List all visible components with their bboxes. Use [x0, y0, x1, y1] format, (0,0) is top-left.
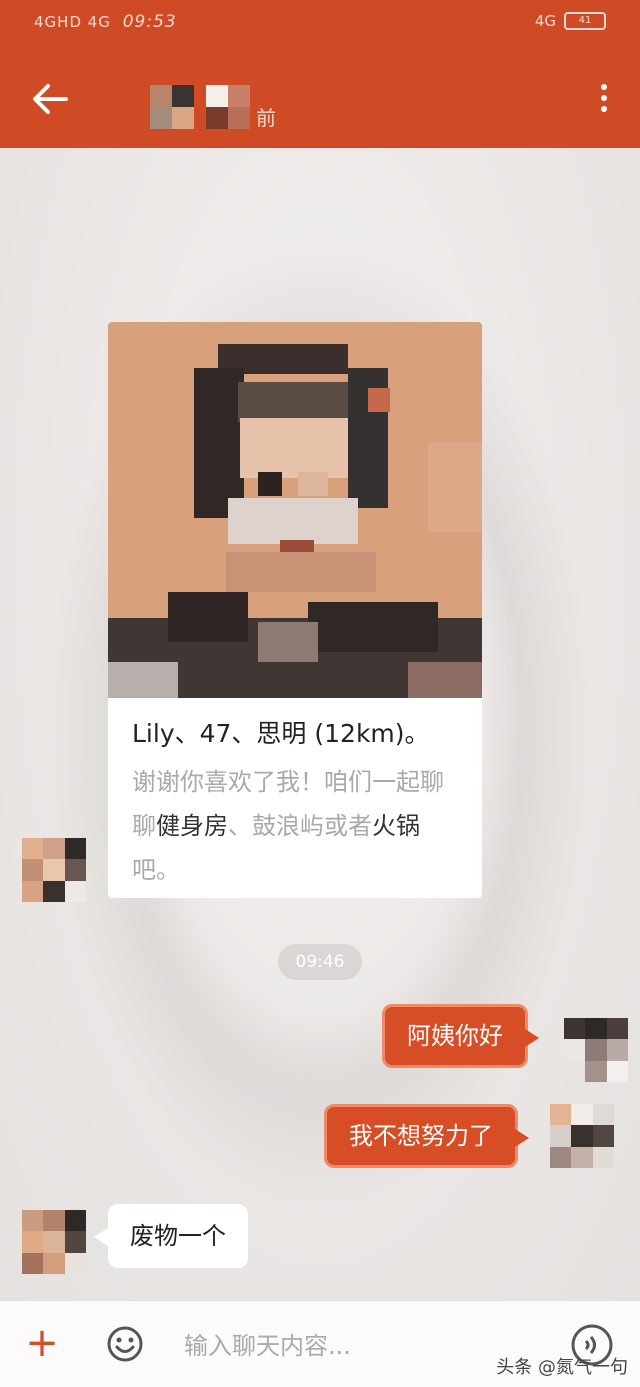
- contact-avatar[interactable]: [22, 1210, 86, 1274]
- contact-avatar[interactable]: [22, 838, 86, 902]
- timestamp-pill: 09:46: [278, 944, 362, 980]
- contact-name-suffix: 前: [256, 105, 276, 130]
- battery-icon: 41: [564, 12, 606, 30]
- network-indicator: 4GHD 4G: [34, 13, 111, 31]
- watermark: 头条 @氮气一句: [496, 1357, 628, 1378]
- profile-photo: [108, 322, 482, 698]
- contact-name-pixelated-2: [206, 85, 250, 129]
- status-time: 09:53: [122, 12, 177, 32]
- profile-card-title: Lily、47、思明 (12km)。: [132, 719, 430, 748]
- top-bar: 4GHD 4G 09:53 4G 41 前: [0, 0, 640, 148]
- chat-title: 前: [150, 84, 276, 130]
- contact-name-pixelated: [150, 85, 194, 129]
- profile-card-description: 谢谢你喜欢了我！咱们一起聊聊健身房、鼓浪屿或者火锅吧。: [132, 768, 444, 884]
- back-arrow-icon[interactable]: [30, 82, 70, 116]
- my-avatar[interactable]: [550, 1104, 614, 1168]
- my-avatar[interactable]: [564, 1018, 628, 1082]
- input-bar: + 头条 @氮气一句: [0, 1300, 640, 1387]
- status-bar: 4GHD 4G 09:53 4G 41: [0, 0, 640, 44]
- emoji-icon[interactable]: [106, 1325, 144, 1363]
- message-bubble-out[interactable]: 我不想努力了: [324, 1104, 529, 1168]
- right-network-indicator: 4G: [534, 12, 556, 30]
- message-bubble-in[interactable]: 废物一个: [94, 1204, 248, 1268]
- message-bubble-out[interactable]: 阿姨你好: [382, 1004, 539, 1068]
- more-options-icon[interactable]: [598, 84, 610, 118]
- profile-card[interactable]: Lily、47、思明 (12km)。 谢谢你喜欢了我！咱们一起聊聊健身房、鼓浪屿…: [108, 322, 482, 898]
- plus-icon[interactable]: +: [24, 1323, 60, 1363]
- chat-input[interactable]: [184, 1325, 524, 1367]
